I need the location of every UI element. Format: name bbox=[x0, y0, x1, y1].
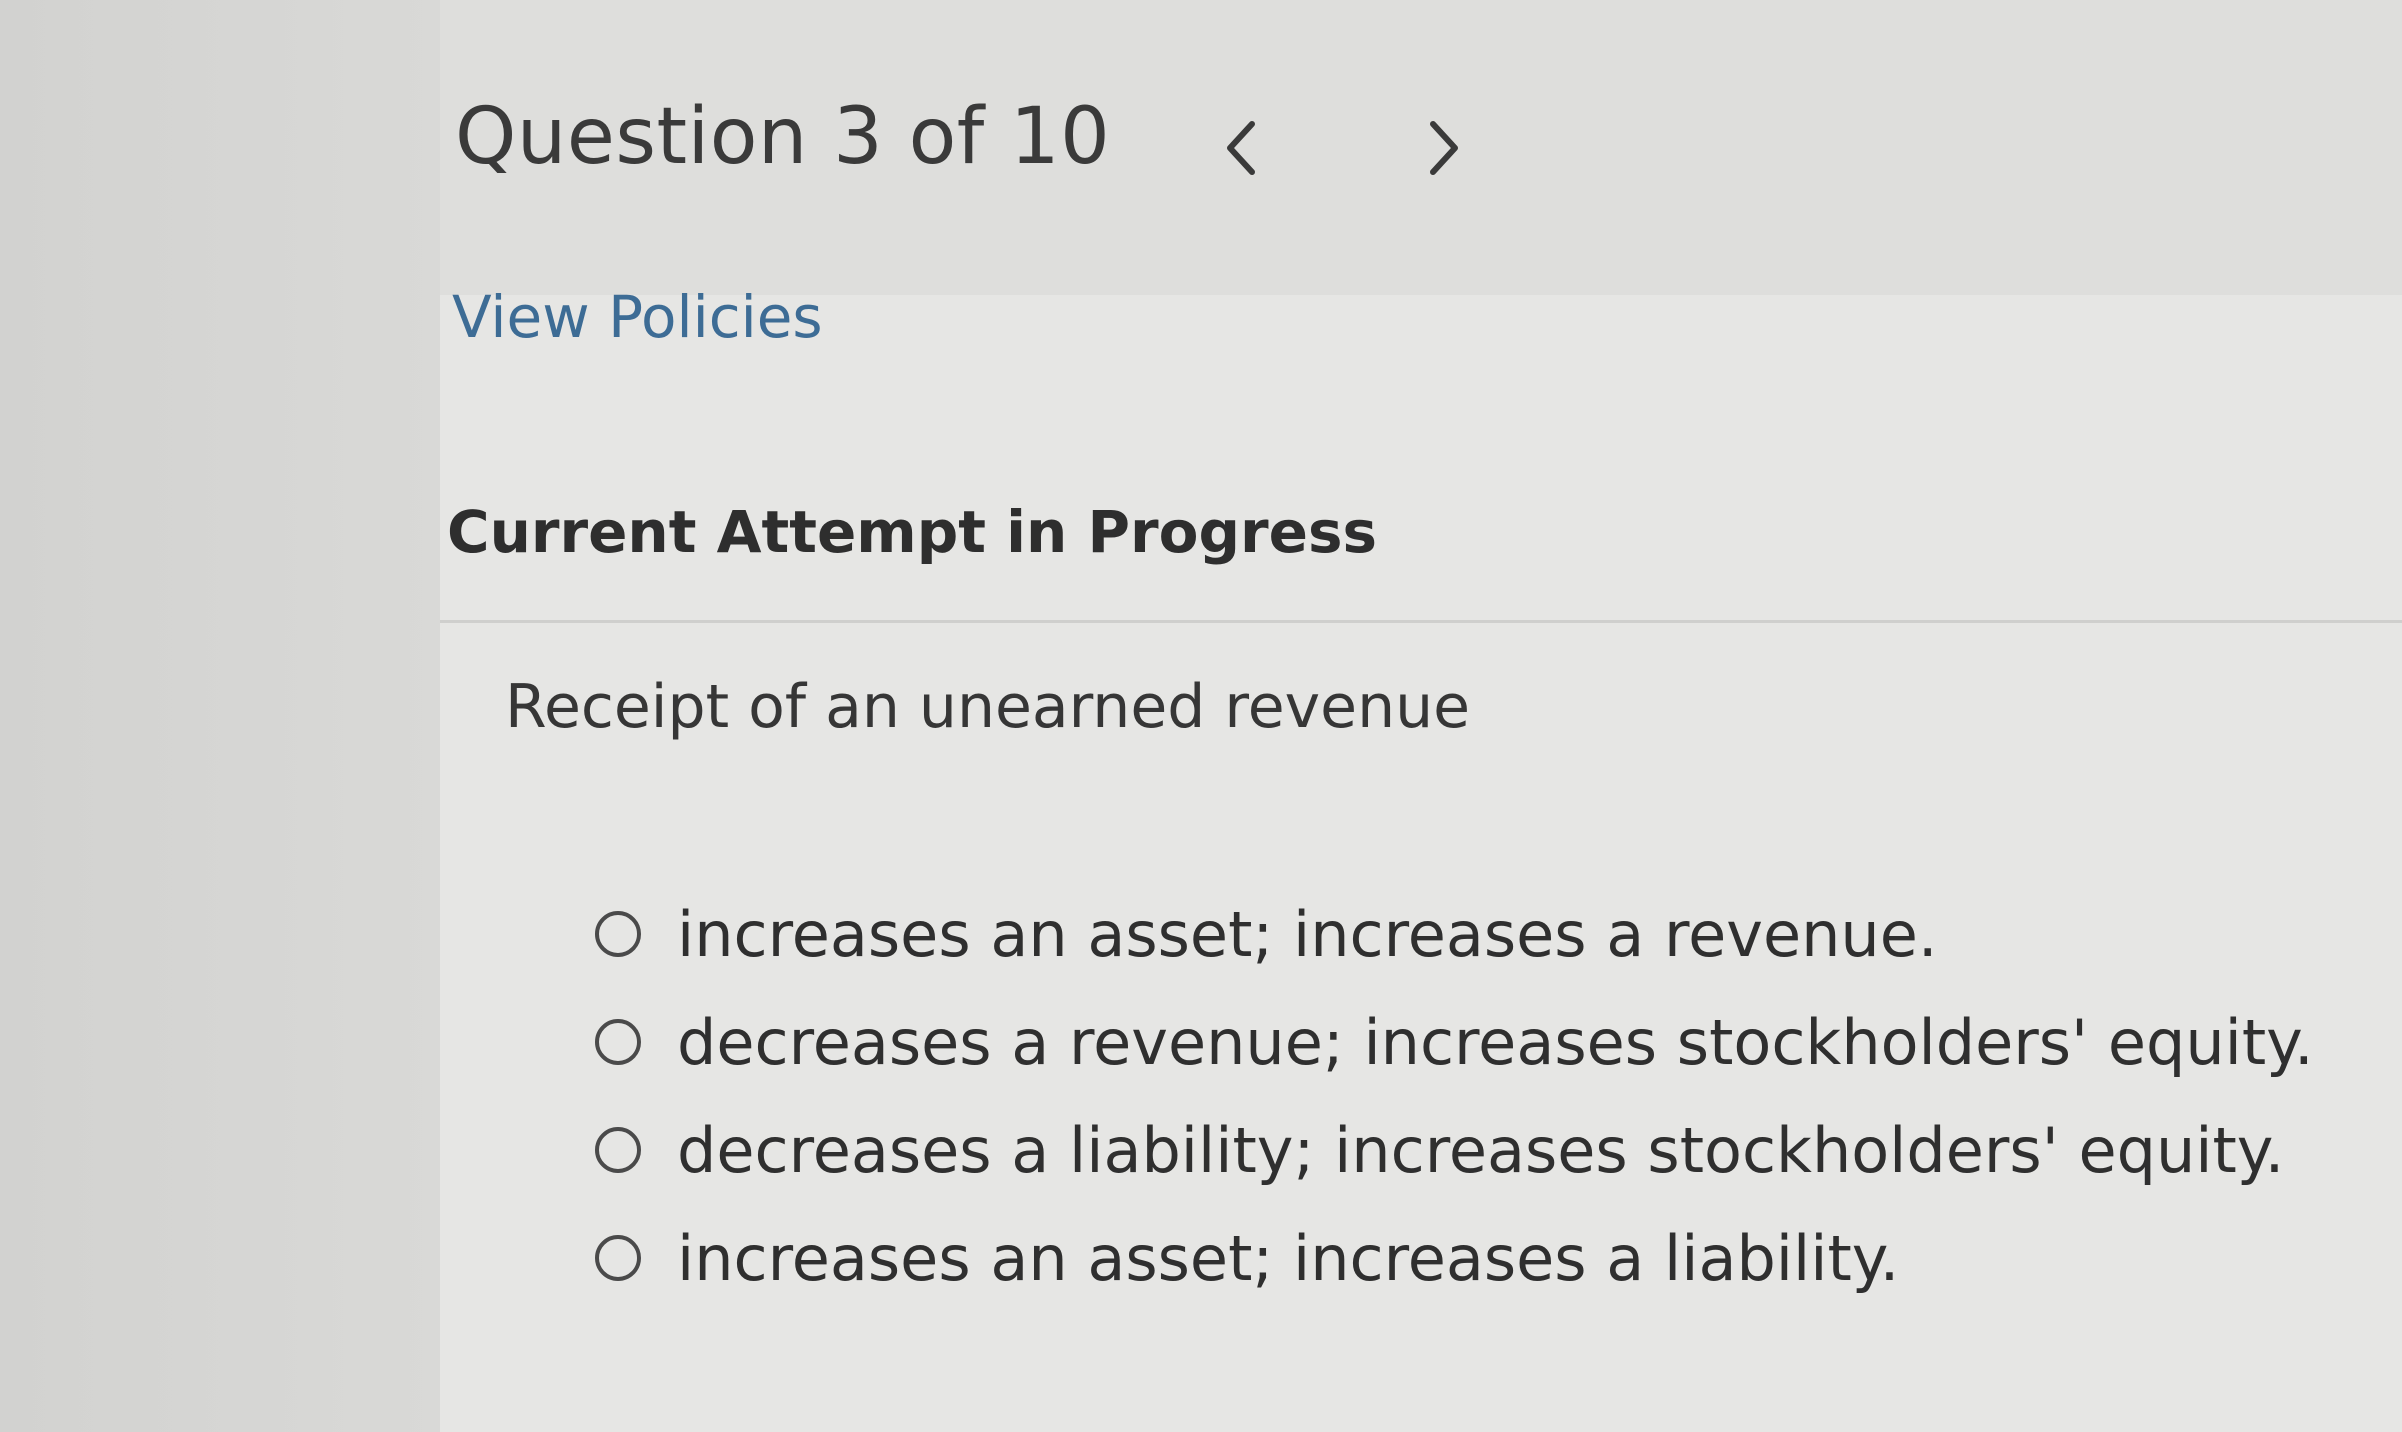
answer-option-label: decreases a liability; increases stockho… bbox=[677, 1113, 2285, 1187]
answer-options: increases an asset; increases a revenue.… bbox=[595, 880, 2314, 1312]
answer-option[interactable]: decreases a liability; increases stockho… bbox=[595, 1096, 2314, 1204]
radio-button[interactable] bbox=[595, 1235, 641, 1281]
radio-button[interactable] bbox=[595, 1019, 641, 1065]
left-background-strip bbox=[0, 0, 440, 1432]
attempt-title: Current Attempt in Progress bbox=[447, 498, 1377, 566]
view-policies-link[interactable]: View Policies bbox=[452, 283, 823, 351]
answer-option-label: increases an asset; increases a revenue. bbox=[677, 897, 1938, 971]
previous-question-button[interactable] bbox=[1210, 108, 1270, 188]
answer-option-label: increases an asset; increases a liabilit… bbox=[677, 1221, 1900, 1295]
radio-button[interactable] bbox=[595, 1127, 641, 1173]
answer-option-label: decreases a revenue; increases stockhold… bbox=[677, 1005, 2314, 1079]
answer-option[interactable]: decreases a revenue; increases stockhold… bbox=[595, 988, 2314, 1096]
chevron-left-icon bbox=[1227, 121, 1255, 175]
radio-button[interactable] bbox=[595, 911, 641, 957]
question-counter: Question 3 of 10 bbox=[455, 92, 1111, 182]
question-header: Question 3 of 10 bbox=[455, 92, 1110, 182]
answer-option[interactable]: increases an asset; increases a revenue. bbox=[595, 880, 2314, 988]
divider bbox=[440, 620, 2402, 623]
next-question-button[interactable] bbox=[1415, 108, 1475, 188]
question-prompt: Receipt of an unearned revenue bbox=[505, 672, 1471, 742]
answer-option[interactable]: increases an asset; increases a liabilit… bbox=[595, 1204, 2314, 1312]
chevron-right-icon bbox=[1430, 121, 1458, 175]
